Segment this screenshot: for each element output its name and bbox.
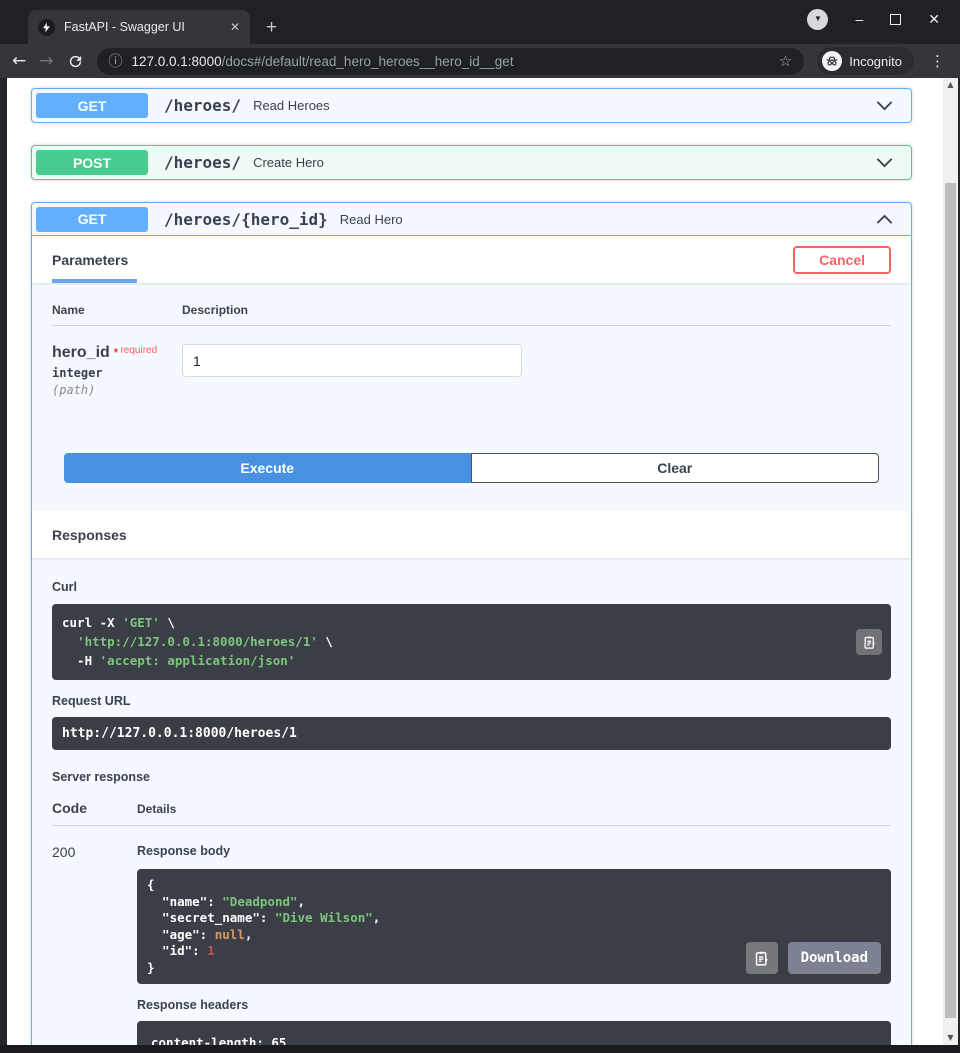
window-close-button[interactable]: ✕ xyxy=(928,12,940,26)
window-edge xyxy=(0,78,7,1053)
back-button[interactable]: ← xyxy=(12,52,26,70)
op-path: /heroes/{hero_id} xyxy=(164,209,328,229)
tab-strip: FastAPI - Swagger UI ✕ + ▼ – ✕ xyxy=(0,0,960,44)
fastapi-logo-icon xyxy=(38,18,55,36)
parameters-section: Name Description hero_id * required integ… xyxy=(32,283,911,453)
code-column-header: Code xyxy=(52,800,87,817)
bookmark-star-icon[interactable]: ☆ xyxy=(779,52,792,70)
browser-toolbar: ← → ⓘ 127.0.0.1:8000/docs#/default/read_… xyxy=(0,44,960,78)
opblock-read-heroes: GET /heroes/ Read Heroes xyxy=(31,88,912,123)
response-actions: Download xyxy=(745,942,881,975)
browser-notice-icon[interactable]: ▼ xyxy=(807,8,829,30)
response-body-block: { "name": "Deadpond", "secret_name": "Di… xyxy=(137,869,891,985)
page-scrollbar[interactable]: ▲ ▼ xyxy=(943,78,958,1045)
response-header-line: content-length: 65 xyxy=(151,1035,287,1045)
browser-menu-icon[interactable]: ⋮ xyxy=(927,52,948,70)
response-headers-label: Response headers xyxy=(137,998,249,1013)
response-details-cell: Response body { "name": "Deadpond", "sec… xyxy=(137,844,891,1045)
method-badge-get: GET xyxy=(36,93,148,118)
curl-command: curl -X 'GET' \ 'http://127.0.0.1:8000/h… xyxy=(62,615,333,668)
scroll-down-icon[interactable]: ▼ xyxy=(943,1031,958,1045)
opblock-summary-read-hero[interactable]: GET /heroes/{hero_id} Read Hero xyxy=(32,203,911,236)
tab-parameters[interactable]: Parameters xyxy=(52,252,128,268)
minimize-button[interactable]: – xyxy=(855,12,863,26)
status-code: 200 xyxy=(52,844,76,861)
forward-button[interactable]: → xyxy=(39,52,53,70)
incognito-icon xyxy=(822,51,843,71)
op-summary-text: Create Hero xyxy=(253,155,324,170)
scroll-up-icon[interactable]: ▲ xyxy=(943,78,958,92)
opblock-create-hero: POST /heroes/ Create Hero xyxy=(31,145,912,180)
responses-header: Responses xyxy=(32,511,911,558)
curl-command-block: curl -X 'GET' \ 'http://127.0.0.1:8000/h… xyxy=(52,604,891,681)
method-badge-get: GET xyxy=(36,206,148,232)
copy-to-clipboard-button[interactable] xyxy=(745,942,778,975)
required-star: * xyxy=(109,345,119,360)
param-name: hero_id xyxy=(52,344,110,361)
browser-tab[interactable]: FastAPI - Swagger UI ✕ xyxy=(28,10,250,44)
incognito-label: Incognito xyxy=(849,53,902,69)
response-headers-block: content-length: 65 content-type: applica… xyxy=(137,1021,891,1045)
op-path: /heroes/ xyxy=(164,96,242,115)
responses-body: Curl curl -X 'GET' \ 'http://127.0.0.1:8… xyxy=(32,558,911,1045)
browser-chrome: FastAPI - Swagger UI ✕ + ▼ – ✕ ← → ⓘ 127… xyxy=(0,0,960,78)
name-column-header: Name xyxy=(52,303,182,326)
hero-id-input[interactable] xyxy=(182,344,522,377)
window-controls: ▼ – ✕ xyxy=(807,8,960,30)
request-url-label: Request URL xyxy=(52,694,131,709)
tab-close-icon[interactable]: ✕ xyxy=(230,20,240,34)
server-response-label: Server response xyxy=(52,770,150,785)
url-text: 127.0.0.1:8000/docs#/default/read_hero_h… xyxy=(132,54,514,69)
op-path: /heroes/ xyxy=(164,153,242,172)
reload-button[interactable] xyxy=(67,53,84,70)
response-row: 200 Response body { "name": "Deadpond", … xyxy=(52,826,891,1045)
url-bar[interactable]: ⓘ 127.0.0.1:8000/docs#/default/read_hero… xyxy=(96,47,805,75)
method-badge-post: POST xyxy=(36,150,148,175)
active-tab-underline xyxy=(52,279,137,283)
chevron-down-icon[interactable] xyxy=(874,152,895,173)
request-url-value: http://127.0.0.1:8000/heroes/1 xyxy=(62,726,297,742)
required-label: required xyxy=(120,345,158,356)
new-tab-button[interactable]: + xyxy=(266,18,277,37)
response-table-header: Code Details xyxy=(52,800,891,827)
opblock-summary-create-hero[interactable]: POST /heroes/ Create Hero xyxy=(32,146,911,179)
opblock-summary-read-heroes[interactable]: GET /heroes/ Read Heroes xyxy=(32,89,911,122)
param-name-cell: hero_id * required integer (path) xyxy=(52,326,182,397)
execute-button[interactable]: Execute xyxy=(64,453,471,483)
param-type: integer xyxy=(52,366,103,380)
param-value-cell xyxy=(182,326,891,397)
page-info-icon[interactable]: ⓘ xyxy=(109,51,123,71)
responses-title: Responses xyxy=(52,526,127,543)
incognito-badge: Incognito xyxy=(817,47,914,75)
response-body-label: Response body xyxy=(137,844,231,859)
tab-title: FastAPI - Swagger UI xyxy=(64,20,185,34)
param-location: (path) xyxy=(52,383,96,397)
maximize-button[interactable] xyxy=(890,13,902,25)
chevron-down-icon[interactable] xyxy=(874,95,895,116)
curl-label: Curl xyxy=(52,580,77,594)
request-url-block: http://127.0.0.1:8000/heroes/1 xyxy=(52,717,891,751)
cancel-button[interactable]: Cancel xyxy=(793,245,891,274)
description-column-header: Description xyxy=(182,303,891,326)
window-edge xyxy=(0,1045,960,1053)
execute-bar: Execute Clear xyxy=(64,453,879,483)
download-button[interactable]: Download xyxy=(787,942,881,975)
url-path: /docs#/default/read_hero_heroes__hero_id… xyxy=(221,53,514,69)
url-host: 127.0.0.1:8000 xyxy=(131,53,222,69)
swagger-page: GET /heroes/ Read Heroes POST /heroes/ C… xyxy=(7,78,943,1045)
clear-button[interactable]: Clear xyxy=(470,453,879,483)
details-column-header: Details xyxy=(137,802,177,817)
chevron-up-icon[interactable] xyxy=(874,209,895,230)
op-summary-text: Read Heroes xyxy=(253,98,330,113)
parameters-header: Parameters Cancel xyxy=(32,236,911,283)
scrollbar-thumb[interactable] xyxy=(945,183,956,1018)
op-summary-text: Read Hero xyxy=(339,211,403,227)
copy-to-clipboard-button[interactable] xyxy=(856,629,882,656)
opblock-read-hero: GET /heroes/{hero_id} Read Hero Paramete… xyxy=(31,202,912,1045)
